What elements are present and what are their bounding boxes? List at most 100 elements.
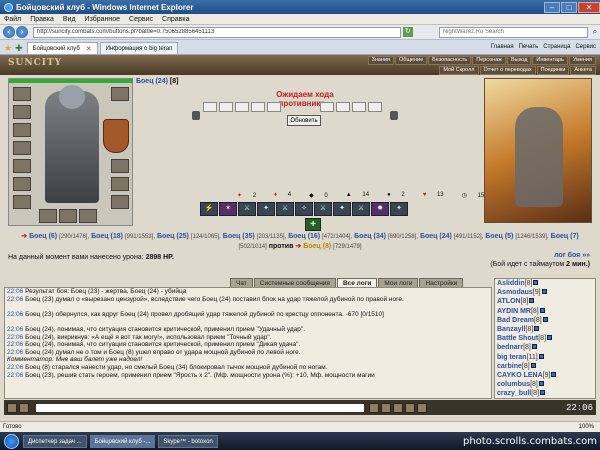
- online-user[interactable]: Banzayll[8]: [497, 325, 595, 334]
- sound-icon[interactable]: [405, 402, 415, 413]
- add-favorite-icon[interactable]: ✚: [15, 43, 23, 54]
- attack-zone[interactable]: [235, 102, 249, 112]
- belt-item-slot[interactable]: [79, 209, 97, 223]
- ability-slot[interactable]: ⚔: [352, 202, 370, 216]
- ability-slot[interactable]: ✶: [219, 202, 237, 216]
- ally-fighter[interactable]: Боец (34) [690/1258],: [354, 233, 418, 240]
- attack-zone[interactable]: [267, 102, 281, 112]
- nav-inventory[interactable]: Инвентарь: [532, 56, 568, 65]
- settings-icon[interactable]: [417, 402, 427, 413]
- ability-slot[interactable]: ⚔: [314, 202, 332, 216]
- refresh-button[interactable]: Обновить: [287, 115, 321, 126]
- online-user[interactable]: Battle Shout[8]: [497, 334, 595, 343]
- enemy-fighter[interactable]: Боец (8) [729/1479]: [303, 243, 361, 250]
- attack-zone[interactable]: [251, 102, 265, 112]
- online-user[interactable]: carbine[8]: [497, 362, 595, 371]
- ally-fighter[interactable]: Боец (6) [290/1476],: [29, 233, 89, 240]
- online-user[interactable]: columbus[8]: [497, 380, 595, 389]
- online-user[interactable]: bednarr[8]: [497, 343, 595, 352]
- online-user[interactable]: crazy_bull[8]: [497, 389, 595, 398]
- online-user[interactable]: CAYKO LENA[9]: [497, 371, 595, 380]
- exit-icon[interactable]: [7, 402, 17, 413]
- ability-slot[interactable]: ⚡: [200, 202, 218, 216]
- ability-slot[interactable]: ✦: [257, 202, 275, 216]
- search-icon[interactable]: ⌕: [590, 27, 600, 37]
- nav-security[interactable]: Безопасность: [428, 56, 472, 65]
- amulet-slot[interactable]: [13, 105, 31, 119]
- attack-zone[interactable]: [203, 102, 217, 112]
- nav-my-scroll[interactable]: Мой Скролл: [439, 66, 479, 75]
- ring-slot[interactable]: [111, 195, 129, 209]
- ally-fighter[interactable]: Боец (5) [1246/1539],: [485, 233, 548, 240]
- attack-zone[interactable]: [219, 102, 233, 112]
- nav-profile[interactable]: Анкета: [570, 66, 596, 75]
- tools-button[interactable]: Сервис: [575, 44, 596, 50]
- ability-slot[interactable]: ✧: [295, 202, 313, 216]
- menu-file[interactable]: Файл: [4, 16, 21, 23]
- menu-edit[interactable]: Правка: [30, 16, 54, 23]
- gloves-slot[interactable]: [13, 177, 31, 191]
- weapon-slot[interactable]: [13, 123, 31, 137]
- minimize-button[interactable]: –: [544, 1, 560, 13]
- belt-item-slot[interactable]: [39, 209, 57, 223]
- nav-character[interactable]: Персонаж: [472, 56, 506, 65]
- close-tab-icon[interactable]: ✕: [86, 45, 92, 53]
- ability-slot[interactable]: ⚔: [238, 202, 256, 216]
- online-user[interactable]: Bad Dream[8]: [497, 316, 595, 325]
- nav-skills[interactable]: Умения: [568, 56, 596, 65]
- taskbar-item-task-manager[interactable]: Диспетчер задач ...: [23, 434, 87, 448]
- ability-slot[interactable]: ✚: [305, 218, 321, 231]
- nav-battles[interactable]: Поединки: [536, 66, 570, 75]
- online-user[interactable]: ATLON[8]: [497, 297, 595, 306]
- page-button[interactable]: Страница: [543, 44, 570, 50]
- ally-fighter[interactable]: Боец (18) [991/1553],: [91, 233, 155, 240]
- start-button[interactable]: [4, 433, 19, 449]
- ally-fighter[interactable]: Боец (25) [124/1065],: [157, 233, 221, 240]
- online-user[interactable]: AYDIN MR[8]: [497, 307, 595, 316]
- taskbar-item-combats[interactable]: Бойцовский клуб -...: [89, 434, 156, 448]
- menu-help[interactable]: Справка: [162, 16, 189, 23]
- ally-fighter[interactable]: Боец (16) [472/1404],: [288, 233, 352, 240]
- refresh-icon[interactable]: ↻: [402, 27, 413, 37]
- favorites-star-icon[interactable]: ★: [4, 43, 12, 54]
- online-user[interactable]: big teran[11]: [497, 353, 595, 362]
- ability-slot[interactable]: ✹: [371, 202, 389, 216]
- ability-slot[interactable]: ⚔: [276, 202, 294, 216]
- ally-fighter[interactable]: Боец (24) [491/1152],: [420, 233, 483, 240]
- block-zone[interactable]: [320, 102, 334, 112]
- nav-knowledge[interactable]: Знания: [367, 56, 395, 65]
- nav-chat[interactable]: Общение: [395, 56, 428, 65]
- zoom-level[interactable]: 100%: [579, 422, 594, 432]
- helmet-slot[interactable]: [13, 87, 31, 101]
- belt-item-slot[interactable]: [59, 209, 77, 223]
- menu-favorites[interactable]: Избранное: [85, 16, 120, 23]
- menu-tools[interactable]: Сервис: [129, 16, 153, 23]
- boots-slot[interactable]: [13, 195, 31, 209]
- battle-log-link[interactable]: лог боя »»: [554, 252, 590, 259]
- block-zone[interactable]: [336, 102, 350, 112]
- armor-slot[interactable]: [13, 141, 31, 155]
- forward-icon[interactable]: ›: [15, 26, 28, 38]
- earrings-slot[interactable]: [111, 87, 129, 101]
- home-button[interactable]: Главная: [491, 44, 514, 50]
- taskbar-item-skype[interactable]: Skype™ - botoxon: [158, 434, 218, 448]
- block-zone[interactable]: [352, 102, 366, 112]
- menu-view[interactable]: Вид: [63, 16, 76, 23]
- tab-info[interactable]: Информация о big teran: [99, 42, 179, 54]
- clear-icon[interactable]: [381, 402, 391, 413]
- ring-slot[interactable]: [111, 177, 129, 191]
- smile-icon[interactable]: [19, 402, 29, 413]
- nav-transfers[interactable]: Отчет о переводах: [479, 66, 536, 75]
- chat-input[interactable]: [35, 402, 365, 413]
- close-button[interactable]: ✕: [578, 1, 600, 13]
- print-button[interactable]: Печать: [519, 44, 539, 50]
- back-icon[interactable]: ‹: [3, 26, 15, 38]
- belt-slot[interactable]: [13, 159, 31, 173]
- maximize-button[interactable]: □: [561, 1, 577, 13]
- block-zone[interactable]: [368, 102, 382, 112]
- url-input[interactable]: [32, 26, 401, 38]
- ring-slot[interactable]: [111, 159, 129, 173]
- ally-fighter[interactable]: Боец (35) [203/1135],: [223, 233, 286, 240]
- online-user[interactable]: Asliddin[8]: [497, 279, 595, 288]
- nav-exit[interactable]: Выход: [506, 56, 532, 65]
